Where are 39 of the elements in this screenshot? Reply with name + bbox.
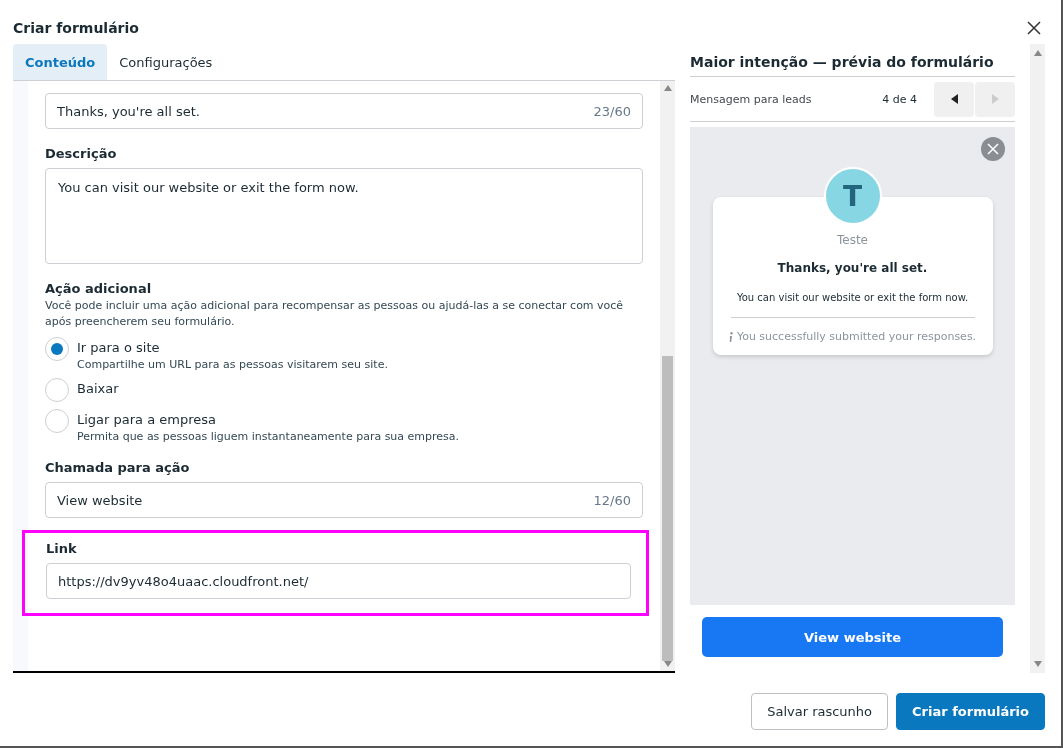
page-counter: 4 de 4 <box>882 92 917 106</box>
left-triangle-icon <box>950 94 958 104</box>
title-field[interactable]: Thanks, you're all set. 23/60 <box>45 93 643 129</box>
preview-note: You successfully submitted your responses. <box>736 330 977 343</box>
preview-title: Maior intenção — prévia do formulário <box>690 44 1015 77</box>
option-label[interactable]: Ligar para a empresa <box>77 412 460 427</box>
save-draft-button[interactable]: Salvar rascunho <box>751 693 889 730</box>
previous-button[interactable] <box>934 81 974 117</box>
field-label: Chamada para ação <box>45 460 191 475</box>
scroll-up-icon[interactable] <box>663 85 672 91</box>
field-label: Descrição <box>45 146 118 161</box>
tab[interactable]: Conteúdo <box>13 44 108 80</box>
tab[interactable]: Configurações <box>107 44 225 80</box>
option-hint: Permita que as pessoas liguem instantaneamente para sua empresa. <box>77 430 460 443</box>
preview-body: You can visit our website or exit the form now. <box>736 291 969 305</box>
create-button[interactable]: Criar formulário <box>896 693 1045 730</box>
help-text: Você pode incluir uma ação adicional para recompensar as pessoas ou ajudá-las a se conectar com você após preencherem seu formulário. <box>45 298 625 330</box>
description-field[interactable]: You can visit our website or exit the form now. <box>45 168 643 264</box>
scroll-up-icon[interactable] <box>1033 50 1042 56</box>
char-counter: 23/60 <box>593 103 631 119</box>
option-hint: Compartilhe um URL para as pessoas visitarem seu site. <box>77 358 388 371</box>
preview-heading: Thanks, you're all set. <box>777 261 928 275</box>
avatar: T <box>823 167 882 225</box>
view-website-button[interactable]: View website <box>702 617 1003 657</box>
close-icon[interactable] <box>1027 21 1041 35</box>
field-label: Link <box>46 541 78 556</box>
cta-field[interactable]: View website 12/60 <box>45 482 643 518</box>
link-field[interactable]: https://dv9yv48o4uaac.cloudfront.net/ <box>46 563 631 599</box>
option-label[interactable]: Baixar <box>77 381 119 396</box>
scroll-down-icon[interactable] <box>1033 661 1042 667</box>
section-name: Mensagem para leads <box>690 92 813 106</box>
info-icon <box>728 331 733 342</box>
page-name: Teste <box>837 233 868 247</box>
dialog-title: Criar formulário <box>13 20 139 36</box>
field-label: Ação adicional <box>45 281 153 296</box>
scrollbar-thumb[interactable] <box>662 356 673 661</box>
option-label[interactable]: Ir para o site <box>77 340 388 355</box>
right-triangle-icon <box>991 94 999 104</box>
char-counter: 12/60 <box>593 492 631 508</box>
